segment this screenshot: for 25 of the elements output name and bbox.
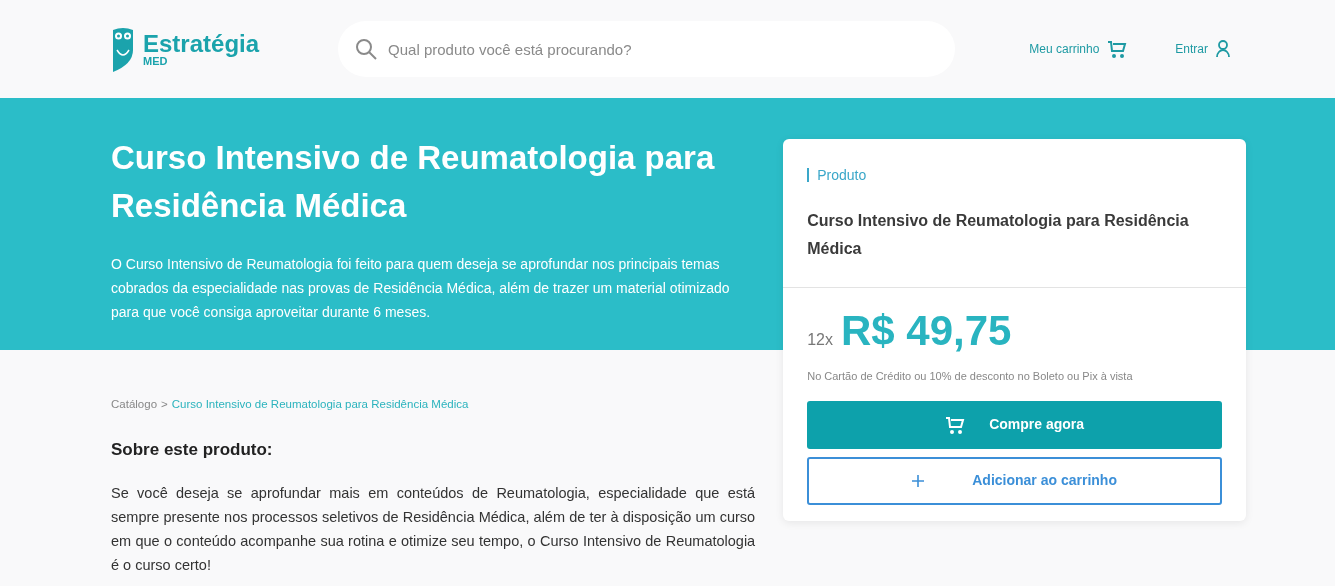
buy-now-button[interactable]: Compre agora — [807, 400, 1222, 449]
breadcrumb-link[interactable]: Catálogo — [111, 396, 158, 414]
card-label: Produto — [807, 168, 867, 182]
search-field[interactable]: Qual produto você está procurando? — [338, 21, 956, 77]
cart-icon — [1107, 40, 1128, 58]
section-heading: Sobre este produto: — [111, 439, 274, 462]
logo-subtitle: MED — [143, 55, 168, 67]
hero-title: Curso Intensivo de Reumatologia para Residência Médica — [111, 138, 716, 226]
search-icon — [354, 37, 379, 61]
payment-note: No Cartão de Crédito ou 10% de desconto no Boleto ou Pix à vista — [807, 369, 1134, 384]
breadcrumb-link[interactable]: Curso Intensivo de Reumatologia para Residência Médica — [171, 396, 469, 414]
owl-logo-icon — [111, 26, 135, 72]
header-link[interactable]: Entrar — [1175, 40, 1208, 58]
price: R$ 49,75 — [841, 310, 1012, 352]
breadcrumb-separator: > — [161, 397, 168, 412]
product-title: Curso Intensivo de Reumatologia para Residência Médica — [807, 211, 1190, 259]
cart-icon — [945, 415, 966, 434]
installments-text: 12x — [807, 330, 833, 350]
add-to-cart-button[interactable]: Adicionar ao carrinho — [807, 456, 1222, 505]
about-paragraph: Se você deseja se aprofundar mais em conteúdos de Reumatologia, especialidade que está sempre presente nos processos seletivos de Residência Médica, além de ter à disposição um curso em que o conteúdo acompanhe sua rotina e otimize seu tempo, o Curso Intensivo de Reumatologia é o curso certo! — [111, 483, 756, 575]
plus-icon — [912, 474, 925, 487]
hero-description: O Curso Intensivo de Reumatologia foi feito para quem deseja se aprofundar nos principais temas cobrados da especialidade nas provas de Residência Médica, além de trazer um material otimizado para que você consiga aproveitar durante 6 meses. — [111, 255, 731, 322]
header-link[interactable]: Meu carrinho — [1029, 40, 1100, 58]
logo-name[interactable]: Estratégia — [143, 31, 260, 56]
user-icon — [1216, 40, 1230, 58]
